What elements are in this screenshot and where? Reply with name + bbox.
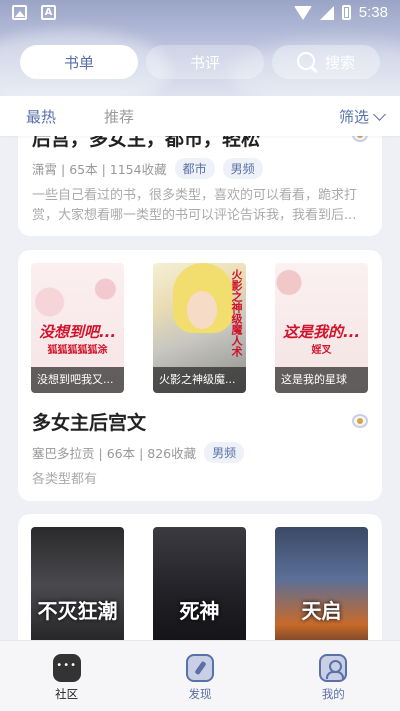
card-title: 后宫，多女主，都市，轻松 xyxy=(32,136,261,150)
battery-icon xyxy=(341,5,351,20)
top-tabs: 书单 书评 搜索 xyxy=(20,45,380,79)
cover-caption: 火影之神级魔... xyxy=(153,367,246,393)
status-bar: A 5:38 xyxy=(0,0,400,28)
filter-label: 筛选 xyxy=(338,107,369,126)
card-count: 65本 xyxy=(69,162,98,177)
search-label: 搜索 xyxy=(324,53,355,72)
card-author: 塞巴多拉贡 xyxy=(32,446,95,461)
bottom-nav: 社区 发现 我的 xyxy=(0,640,400,711)
cover-title: 不灭狂潮 xyxy=(37,599,118,623)
search-button[interactable]: 搜索 xyxy=(272,45,380,79)
nav-community[interactable]: 社区 xyxy=(0,641,133,711)
book-cover[interactable]: 不灭狂潮 xyxy=(31,527,124,640)
card-title: 多女主后宫文 xyxy=(32,412,147,434)
badge-icon xyxy=(350,412,370,430)
card-meta: 塞巴多拉贡 | 66本 | 826收藏 男频 xyxy=(32,442,245,463)
card-meta: 潇霄 | 65本 | 1154收藏 都市 男频 xyxy=(32,158,263,179)
book-cover[interactable]: 天启 xyxy=(275,527,368,640)
cover-row: 没想到吧... 狐狐狐狐狐涂 没想到吧我又... 火影之神级魔人术 火影之神级魔… xyxy=(31,263,368,393)
cover-title: 天启 xyxy=(301,599,342,623)
book-cover[interactable]: 死神 xyxy=(153,527,246,640)
booklist-card[interactable]: 后宫，多女主，都市，轻松 潇霄 | 65本 | 1154收藏 都市 男频 一些自… xyxy=(18,136,382,236)
user-icon xyxy=(319,654,348,682)
search-icon xyxy=(296,52,317,72)
book-cover[interactable]: 火影之神级魔人术 火影之神级魔... xyxy=(153,263,246,393)
filter-button[interactable]: 筛选 xyxy=(338,106,386,127)
nav-label: 发现 xyxy=(188,687,212,701)
badge-icon xyxy=(350,136,370,144)
card-favorites: 1154收藏 xyxy=(109,162,167,177)
sub-nav: 最热 推荐 筛选 xyxy=(0,96,400,136)
cover-caption: 这是我的星球 xyxy=(275,367,368,393)
signal-icon xyxy=(319,5,334,20)
status-time: 5:38 xyxy=(358,4,388,21)
cover-title: 火影之神级魔人术 xyxy=(230,269,243,357)
booklist-feed[interactable]: 后宫，多女主，都市，轻松 潇霄 | 65本 | 1154收藏 都市 男频 一些自… xyxy=(0,136,400,640)
nav-label: 我的 xyxy=(321,687,345,701)
cover-subtitle: 狐狐狐狐狐涂 xyxy=(47,345,108,356)
cover-row: 不灭狂潮 死神 天启 xyxy=(31,527,368,640)
font-icon: A xyxy=(41,5,56,20)
card-author: 潇霄 xyxy=(32,162,58,177)
cover-title: 死神 xyxy=(179,599,220,623)
card-description: 各类型都有 xyxy=(32,472,98,487)
tab-reviews[interactable]: 书评 xyxy=(146,45,264,79)
card-favorites: 826收藏 xyxy=(147,446,197,461)
cover-title: 这是我的... xyxy=(282,323,361,341)
card-tag[interactable]: 男频 xyxy=(222,158,263,179)
cover-title: 没想到吧... xyxy=(38,323,117,341)
booklist-card[interactable]: 没想到吧... 狐狐狐狐狐涂 没想到吧我又... 火影之神级魔人术 火影之神级魔… xyxy=(18,250,382,501)
nav-profile[interactable]: 我的 xyxy=(267,641,400,711)
card-tag[interactable]: 男频 xyxy=(204,442,245,463)
nav-discover[interactable]: 发现 xyxy=(133,641,266,711)
compass-icon xyxy=(185,654,214,682)
sort-hot[interactable]: 最热 xyxy=(26,106,56,127)
nav-label: 社区 xyxy=(55,687,79,701)
wifi-icon xyxy=(293,5,312,20)
chevron-down-icon xyxy=(373,107,386,121)
sort-recommend[interactable]: 推荐 xyxy=(104,106,134,127)
cover-subtitle: 婬叉 xyxy=(311,345,332,356)
book-cover[interactable]: 没想到吧... 狐狐狐狐狐涂 没想到吧我又... xyxy=(31,263,124,393)
booklist-card[interactable]: 不灭狂潮 死神 天启 xyxy=(18,514,382,640)
card-description: 一些自己看过的书，很多类型，喜欢的可以看看，跪求打赏，大家想看哪一类型的书可以评… xyxy=(32,188,358,223)
tab-booklist[interactable]: 书单 xyxy=(20,45,138,79)
chat-icon xyxy=(52,654,81,682)
book-cover[interactable]: 这是我的... 婬叉 这是我的星球 xyxy=(275,263,368,393)
image-icon xyxy=(12,5,27,20)
card-tag[interactable]: 都市 xyxy=(174,158,215,179)
card-count: 66本 xyxy=(106,446,136,461)
header-banner: A 5:38 书单 书评 搜索 xyxy=(0,0,400,96)
cover-caption: 没想到吧我又... xyxy=(31,367,124,393)
